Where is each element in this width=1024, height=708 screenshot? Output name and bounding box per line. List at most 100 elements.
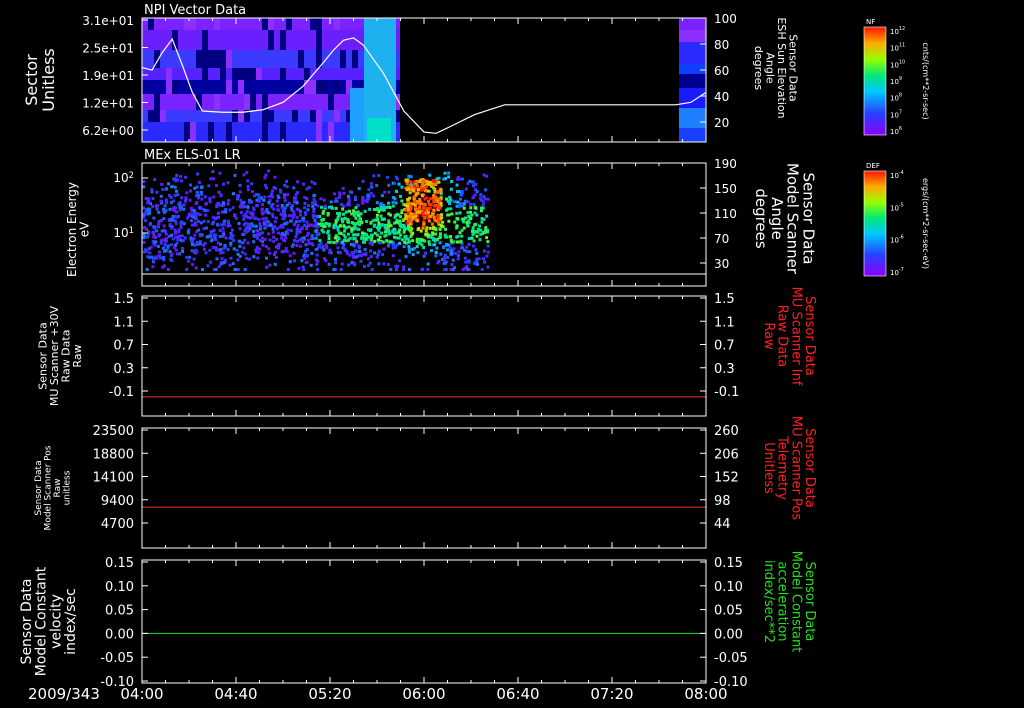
heatmap-cell [447, 171, 451, 175]
def-colorbar-unit: ergs/(cm**2-sr-sec-eV) [921, 178, 930, 269]
heatmap-cell [401, 268, 405, 271]
heatmap-cell [310, 110, 316, 122]
heatmap-cell [361, 231, 365, 235]
heatmap-cell [353, 195, 357, 199]
heatmap-cell [316, 94, 322, 110]
heatmap-cell [277, 246, 281, 250]
heatmap-cell [265, 208, 269, 212]
heatmap-cell [161, 246, 165, 250]
heatmap-cell [274, 94, 280, 110]
heatmap-cell [166, 50, 172, 68]
heatmap-cell [202, 68, 208, 80]
heatmap-cell [170, 185, 174, 189]
heatmap-cell [355, 233, 359, 237]
heatmap-cell [273, 262, 277, 266]
heatmap-cell [480, 209, 484, 213]
heatmap-cell [415, 219, 419, 223]
heatmap-cell [310, 251, 314, 255]
heatmap-cell [334, 197, 338, 201]
heatmap-cell [373, 223, 377, 227]
heatmap-cell [175, 241, 179, 245]
heatmap-cell [277, 231, 281, 235]
heatmap-cell [267, 211, 271, 215]
heatmap-cell [250, 94, 256, 110]
heatmap-cell [244, 30, 250, 50]
heatmap-cell [197, 180, 201, 184]
heatmap-cell [178, 50, 184, 68]
heatmap-cell [387, 183, 391, 187]
heatmap-cell [435, 246, 439, 250]
heatmap-cell [270, 212, 274, 216]
heatmap-cell [203, 241, 207, 245]
heatmap-cell [319, 205, 323, 209]
heatmap-cell [142, 50, 148, 68]
right-tick-label: 98 [714, 494, 731, 509]
def-colorbar-bar [863, 170, 887, 277]
heatmap-cell [463, 199, 467, 203]
heatmap-cell [164, 198, 168, 202]
heatmap-cell [157, 210, 161, 214]
heatmap-cell [425, 226, 429, 230]
right-tick-label: 190 [714, 157, 737, 171]
heatmap-cell [145, 250, 149, 254]
heatmap-cell [238, 122, 244, 142]
heatmap-cell [155, 229, 159, 233]
heatmap-cell [150, 255, 154, 259]
heatmap-cell [214, 80, 220, 94]
heatmap-cell [208, 122, 214, 142]
heatmap-cell [392, 196, 396, 200]
heatmap-cell [286, 50, 292, 68]
heatmap-cell [174, 189, 178, 193]
heatmap-cell [462, 202, 466, 206]
heatmap-cell [377, 210, 381, 214]
heatmap-cell [450, 212, 454, 216]
heatmap-cell [461, 220, 465, 224]
heatmap-cell [222, 201, 226, 205]
heatmap-cell [249, 211, 253, 215]
heatmap-cell [350, 212, 354, 216]
heatmap-cell [475, 234, 479, 238]
heatmap-cell [227, 199, 231, 203]
heatmap-cell [263, 195, 267, 199]
heatmap-cell [432, 196, 436, 200]
right-tick-label: -0.05 [714, 651, 748, 666]
heatmap-cell [246, 205, 250, 209]
heatmap-cell [275, 199, 279, 203]
right-tick-label: 44 [714, 517, 731, 532]
heatmap-cell [196, 172, 200, 176]
heatmap-cell [257, 199, 261, 203]
heatmap-cell [188, 198, 192, 202]
heatmap-cell [214, 94, 220, 110]
axis-label-line: Sensor Data [19, 579, 35, 665]
heatmap-cell [387, 219, 391, 223]
heatmap-cell [482, 257, 486, 261]
y-tick-label: 1.1 [113, 315, 134, 330]
heatmap-cell [298, 213, 302, 217]
heatmap-cell [236, 252, 240, 256]
heatmap-cell [166, 18, 172, 30]
heatmap-cell [292, 251, 296, 255]
heatmap-cell [172, 246, 176, 250]
heatmap-cell [379, 207, 383, 211]
heatmap-cell [271, 230, 275, 234]
heatmap-cell [402, 265, 406, 269]
heatmap-cell [335, 239, 339, 243]
heatmap-cell [232, 50, 238, 68]
heatmap-cell [166, 80, 172, 94]
heatmap-cell [481, 203, 485, 207]
heatmap-cell [142, 233, 146, 237]
heatmap-cell [312, 207, 316, 211]
heatmap-cell [304, 68, 310, 80]
heatmap-cell [212, 220, 216, 224]
heatmap-cell [422, 202, 426, 206]
heatmap-cell [404, 217, 408, 221]
heatmap-cell [430, 212, 434, 216]
heatmap-cell [257, 218, 261, 222]
heatmap-cell [286, 232, 290, 236]
heatmap-cell [334, 234, 338, 238]
heatmap-cell [428, 226, 432, 230]
heatmap-cell [316, 224, 320, 228]
heatmap-cell [355, 222, 359, 226]
heatmap-cell [468, 179, 472, 183]
heatmap-cell [286, 30, 292, 50]
